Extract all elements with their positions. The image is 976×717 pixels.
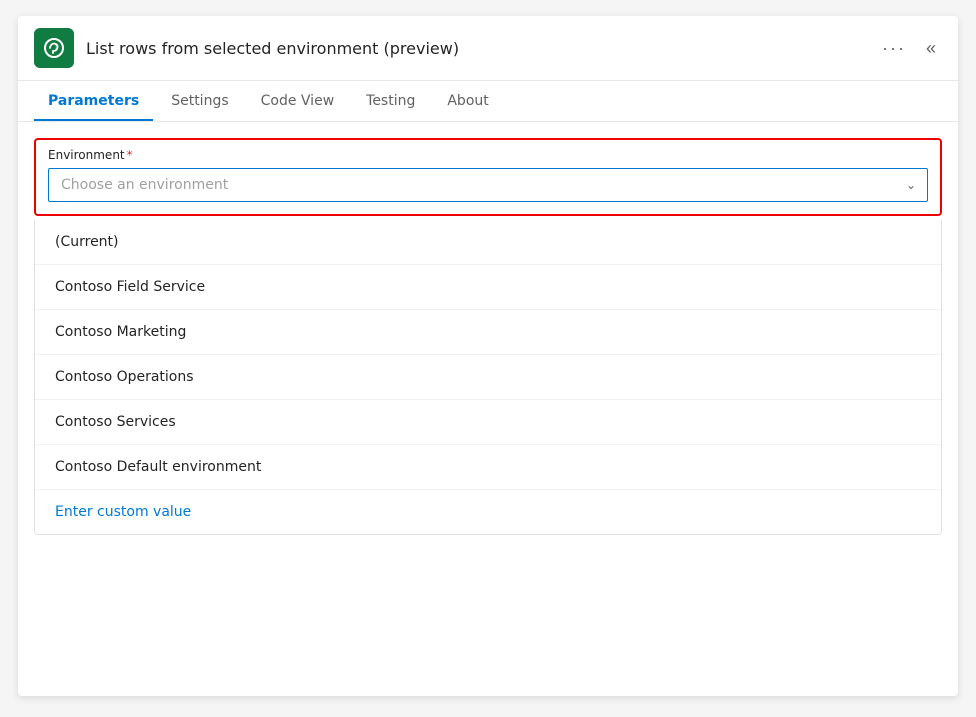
header: List rows from selected environment (pre…: [18, 16, 958, 81]
tab-parameters[interactable]: Parameters: [34, 81, 153, 121]
tab-code-view[interactable]: Code View: [247, 81, 349, 121]
tab-about[interactable]: About: [433, 81, 502, 121]
tab-testing[interactable]: Testing: [352, 81, 429, 121]
dropdown-item-contoso-marketing[interactable]: Contoso Marketing: [35, 310, 941, 355]
collapse-button[interactable]: «: [922, 34, 942, 63]
dropdown-item-contoso-field-service[interactable]: Contoso Field Service: [35, 265, 941, 310]
panel: List rows from selected environment (pre…: [18, 16, 958, 696]
environment-label: Environment *: [48, 148, 928, 162]
required-indicator: *: [127, 148, 133, 162]
header-actions: ··· «: [878, 34, 942, 63]
content-area: Environment * Choose an environment (Cur…: [18, 122, 958, 551]
app-icon: [34, 28, 74, 68]
panel-title: List rows from selected environment (pre…: [86, 39, 866, 58]
dropdown-item-contoso-services[interactable]: Contoso Services: [35, 400, 941, 445]
environment-field-group: Environment * Choose an environment (Cur…: [34, 138, 942, 216]
dropdown-item-current[interactable]: (Current): [35, 220, 941, 265]
tabs-bar: Parameters Settings Code View Testing Ab…: [18, 81, 958, 122]
environment-label-text: Environment: [48, 148, 125, 162]
select-wrapper[interactable]: Choose an environment (Current) Contoso …: [48, 168, 928, 202]
more-options-button[interactable]: ···: [878, 34, 910, 63]
dropdown-item-contoso-operations[interactable]: Contoso Operations: [35, 355, 941, 400]
tab-settings[interactable]: Settings: [157, 81, 242, 121]
dropdown-list: (Current) Contoso Field Service Contoso …: [34, 220, 942, 535]
dropdown-item-custom-value[interactable]: Enter custom value: [35, 490, 941, 534]
environment-select[interactable]: Choose an environment (Current) Contoso …: [48, 168, 928, 202]
dropdown-item-contoso-default[interactable]: Contoso Default environment: [35, 445, 941, 490]
